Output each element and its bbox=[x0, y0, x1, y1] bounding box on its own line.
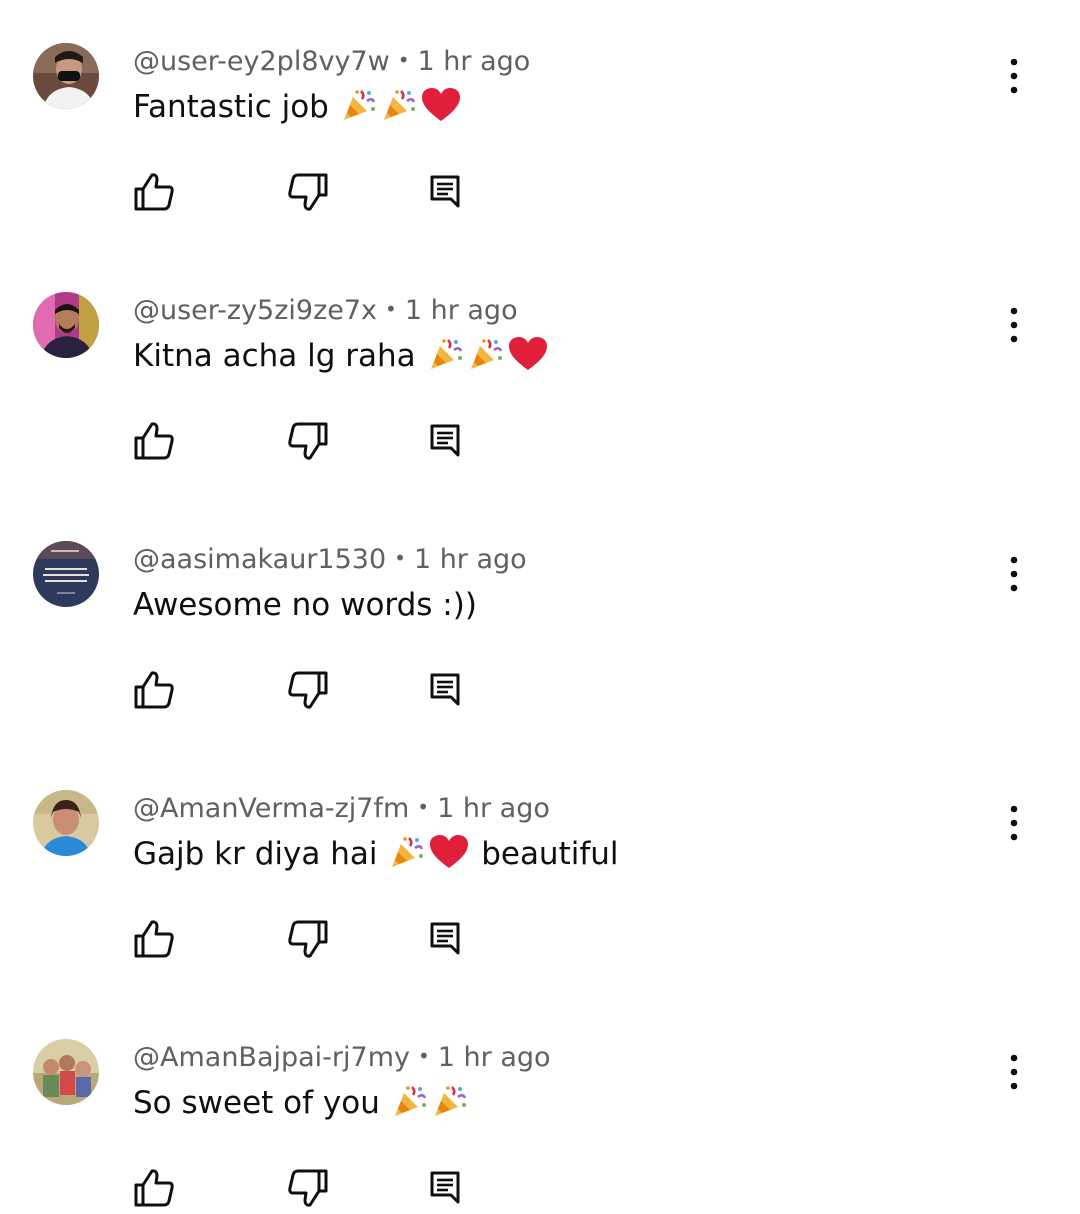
comment-item: @AmanVerma-zj7fm • 1 hr ago Gajb kr diya h… bbox=[0, 747, 1080, 996]
more-vertical-icon bbox=[1010, 58, 1018, 94]
comment-time[interactable]: 1 hr ago bbox=[437, 793, 550, 824]
avatar[interactable] bbox=[33, 1039, 99, 1105]
thumb-up-icon bbox=[134, 671, 174, 709]
reply-icon bbox=[430, 673, 460, 706]
reply-icon bbox=[430, 1171, 460, 1204]
comment-item: @user-zy5zi9ze7x • 1 hr ago Kitna acha lg … bbox=[0, 249, 1080, 498]
comment-meta: @user-ey2pl8vy7w • 1 hr ago bbox=[133, 42, 530, 80]
more-vertical-icon bbox=[1010, 307, 1018, 343]
reply-button[interactable] bbox=[423, 917, 467, 961]
like-button[interactable] bbox=[132, 419, 176, 463]
party-popper-icon bbox=[468, 336, 504, 372]
thumb-up-icon bbox=[134, 173, 174, 211]
more-options-button[interactable] bbox=[994, 1050, 1034, 1094]
dislike-button[interactable] bbox=[286, 917, 330, 961]
author-name[interactable]: @AmanVerma-zj7fm bbox=[133, 793, 409, 824]
meta-separator: • bbox=[394, 546, 406, 570]
party-popper-icon bbox=[428, 336, 464, 372]
avatar[interactable] bbox=[33, 541, 99, 607]
author-name[interactable]: @aasimakaur1530 bbox=[133, 544, 386, 575]
comment-text: Gajb kr diya hai 🎉 ❤️ beautiful bbox=[133, 833, 619, 875]
thumb-down-icon bbox=[288, 173, 328, 211]
comment-meta: @aasimakaur1530 • 1 hr ago bbox=[133, 540, 527, 578]
thumb-down-icon bbox=[288, 671, 328, 709]
comment-meta: @AmanVerma-zj7fm • 1 hr ago bbox=[133, 789, 550, 827]
party-popper-icon bbox=[381, 87, 417, 123]
more-options-button[interactable] bbox=[994, 801, 1034, 845]
avatar[interactable] bbox=[33, 790, 99, 856]
comment-text: So sweet of you 🎉 🎉 bbox=[133, 1082, 470, 1124]
dislike-button[interactable] bbox=[286, 1166, 330, 1210]
party-popper-icon bbox=[341, 87, 377, 123]
party-popper-icon bbox=[389, 834, 425, 870]
reply-button[interactable] bbox=[423, 668, 467, 712]
dislike-button[interactable] bbox=[286, 170, 330, 214]
comment-item: @aasimakaur1530 • 1 hr ago Awesome no word… bbox=[0, 498, 1080, 747]
meta-separator: • bbox=[418, 1044, 430, 1068]
comment-time[interactable]: 1 hr ago bbox=[405, 295, 518, 326]
comment-meta: @user-zy5zi9ze7x • 1 hr ago bbox=[133, 291, 518, 329]
comment-text-part: Fantastic job bbox=[133, 89, 329, 125]
comment-item: @AmanBajpai-rj7my • 1 hr ago So sweet of y… bbox=[0, 996, 1080, 1214]
comment-text: Kitna acha lg raha 🎉 🎉 ❤️ bbox=[133, 335, 550, 377]
avatar[interactable] bbox=[33, 292, 99, 358]
more-vertical-icon bbox=[1010, 805, 1018, 841]
meta-separator: • bbox=[417, 795, 430, 819]
red-heart-icon bbox=[421, 87, 461, 123]
meta-separator: • bbox=[397, 48, 410, 72]
reply-button[interactable] bbox=[423, 419, 467, 463]
author-name[interactable]: @user-ey2pl8vy7w bbox=[133, 46, 390, 77]
thumb-up-icon bbox=[134, 422, 174, 460]
author-name[interactable]: @AmanBajpai-rj7my bbox=[133, 1042, 410, 1073]
reply-button[interactable] bbox=[423, 1166, 467, 1210]
reply-icon bbox=[430, 424, 460, 457]
comment-text: Fantastic job 🎉 🎉 ❤️ bbox=[133, 86, 463, 128]
thumb-down-icon bbox=[288, 920, 328, 958]
comment-text-part: Kitna acha lg raha bbox=[133, 338, 416, 374]
red-heart-icon bbox=[429, 834, 469, 870]
comment-text-part: So sweet of you bbox=[133, 1085, 380, 1121]
red-heart-icon bbox=[508, 336, 548, 372]
meta-separator: • bbox=[385, 297, 397, 321]
avatar[interactable] bbox=[33, 43, 99, 109]
thumb-down-icon bbox=[288, 1169, 328, 1207]
comment-text-part: Awesome no words :)) bbox=[133, 587, 477, 623]
more-vertical-icon bbox=[1010, 1054, 1018, 1090]
comment-meta: @AmanBajpai-rj7my • 1 hr ago bbox=[133, 1038, 551, 1076]
comment-time[interactable]: 1 hr ago bbox=[414, 544, 527, 575]
author-name[interactable]: @user-zy5zi9ze7x bbox=[133, 295, 377, 326]
thumb-up-icon bbox=[134, 920, 174, 958]
reply-icon bbox=[430, 922, 460, 955]
like-button[interactable] bbox=[132, 170, 176, 214]
thumb-down-icon bbox=[288, 422, 328, 460]
more-options-button[interactable] bbox=[994, 54, 1034, 98]
dislike-button[interactable] bbox=[286, 668, 330, 712]
thumb-up-icon bbox=[134, 1169, 174, 1207]
like-button[interactable] bbox=[132, 1166, 176, 1210]
like-button[interactable] bbox=[132, 668, 176, 712]
comment-item: @user-ey2pl8vy7w • 1 hr ago Fantastic job … bbox=[0, 0, 1080, 249]
party-popper-icon bbox=[432, 1083, 468, 1119]
comment-time[interactable]: 1 hr ago bbox=[438, 1042, 551, 1073]
more-vertical-icon bbox=[1010, 556, 1018, 592]
comment-text: Awesome no words :)) bbox=[133, 584, 477, 626]
comment-list: @user-ey2pl8vy7w • 1 hr ago Fantastic job … bbox=[0, 0, 1080, 1214]
reply-icon bbox=[430, 175, 460, 208]
more-options-button[interactable] bbox=[994, 303, 1034, 347]
dislike-button[interactable] bbox=[286, 419, 330, 463]
reply-button[interactable] bbox=[423, 170, 467, 214]
like-button[interactable] bbox=[132, 917, 176, 961]
comment-text-part: Gajb kr diya hai bbox=[133, 836, 378, 872]
comment-text-part: beautiful bbox=[481, 836, 619, 872]
comment-time[interactable]: 1 hr ago bbox=[418, 46, 531, 77]
party-popper-icon bbox=[392, 1083, 428, 1119]
more-options-button[interactable] bbox=[994, 552, 1034, 596]
